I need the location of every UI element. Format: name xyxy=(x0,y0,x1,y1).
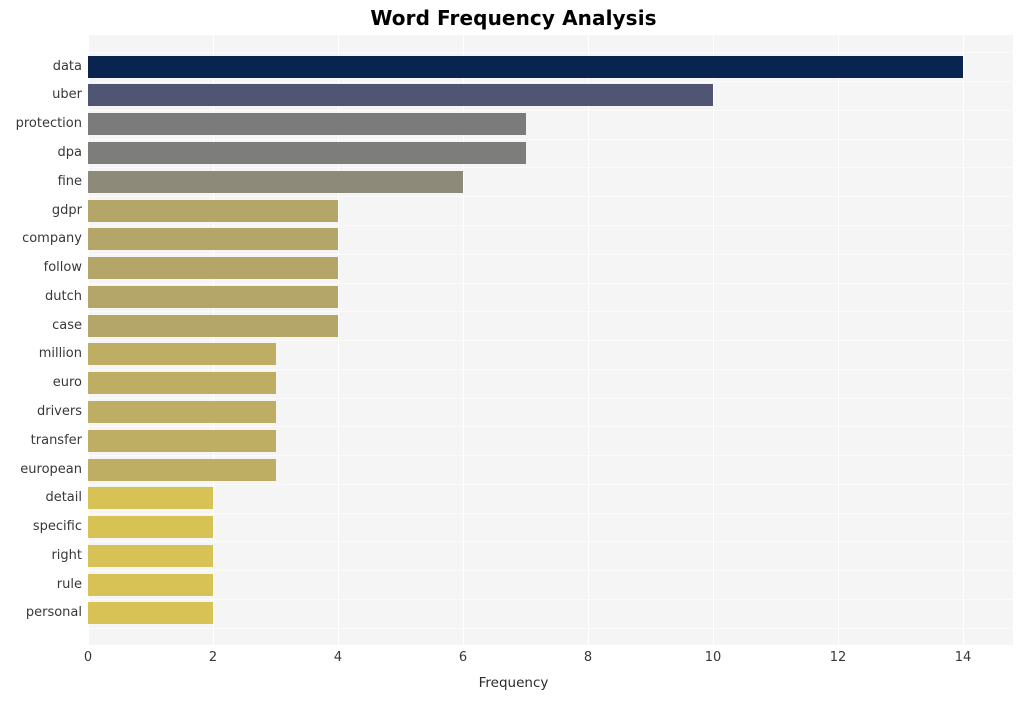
plot-area xyxy=(88,35,1013,645)
gridline-horizontal xyxy=(88,369,1013,370)
bar xyxy=(88,56,963,78)
bar xyxy=(88,401,276,423)
gridline-horizontal xyxy=(88,52,1013,53)
y-axis-tick-label: company xyxy=(22,231,82,246)
bar xyxy=(88,257,338,279)
gridline-horizontal xyxy=(88,254,1013,255)
y-axis-tick-label: transfer xyxy=(30,433,82,448)
y-axis-tick-label: follow xyxy=(43,260,82,275)
gridline-horizontal xyxy=(88,455,1013,456)
x-axis-tick-label: 12 xyxy=(829,650,847,665)
gridline-vertical xyxy=(963,35,964,645)
y-axis-tick-label: data xyxy=(52,59,82,74)
gridline-horizontal xyxy=(88,484,1013,485)
y-axis-tick-label: rule xyxy=(56,577,82,592)
gridline-horizontal xyxy=(88,81,1013,82)
gridline-vertical xyxy=(588,35,589,645)
gridline-vertical xyxy=(838,35,839,645)
gridline-horizontal xyxy=(88,340,1013,341)
bar xyxy=(88,113,526,135)
bar xyxy=(88,315,338,337)
y-axis-tick-label: dpa xyxy=(57,145,82,160)
gridline-horizontal xyxy=(88,110,1013,111)
y-axis-tick-label: dutch xyxy=(45,289,82,304)
x-axis-tick-label: 8 xyxy=(583,650,593,665)
x-axis-tick-labels: 0 2 4 6 8 10 12 14 xyxy=(0,650,1027,672)
y-axis-tick-label: drivers xyxy=(36,404,82,419)
gridline-horizontal xyxy=(88,139,1013,140)
x-axis-tick-label: 14 xyxy=(954,650,972,665)
bar xyxy=(88,343,276,365)
gridline-horizontal xyxy=(88,426,1013,427)
bar xyxy=(88,487,213,509)
gridline-horizontal xyxy=(88,513,1013,514)
chart-title: Word Frequency Analysis xyxy=(370,6,657,30)
y-axis-tick-label: fine xyxy=(57,174,82,189)
y-axis-tick-label: case xyxy=(52,318,82,333)
bar xyxy=(88,602,213,624)
bar xyxy=(88,142,526,164)
gridline-horizontal xyxy=(88,167,1013,168)
bar xyxy=(88,574,213,596)
y-axis-tick-label: uber xyxy=(52,87,82,102)
x-axis-tick-label: 6 xyxy=(458,650,468,665)
bar xyxy=(88,84,713,106)
y-axis-tick-label: personal xyxy=(25,605,82,620)
gridline-horizontal xyxy=(88,541,1013,542)
bar xyxy=(88,200,338,222)
gridline-horizontal xyxy=(88,599,1013,600)
bar xyxy=(88,545,213,567)
bar xyxy=(88,286,338,308)
y-axis-tick-label: detail xyxy=(45,490,82,505)
bar xyxy=(88,171,463,193)
gridline-horizontal xyxy=(88,628,1013,629)
y-axis-tick-label: gdpr xyxy=(51,203,82,218)
x-axis-tick-label: 4 xyxy=(333,650,343,665)
gridline-horizontal xyxy=(88,570,1013,571)
x-axis-tick-label: 10 xyxy=(704,650,722,665)
gridline-horizontal xyxy=(88,398,1013,399)
gridline-horizontal xyxy=(88,311,1013,312)
bar xyxy=(88,459,276,481)
gridline-vertical xyxy=(713,35,714,645)
bar xyxy=(88,372,276,394)
y-axis-tick-label: million xyxy=(38,346,82,361)
y-axis-tick-label: euro xyxy=(52,375,82,390)
bar xyxy=(88,228,338,250)
bar xyxy=(88,430,276,452)
y-axis-tick-label: protection xyxy=(15,116,82,131)
word-frequency-chart-figure: Word Frequency Analysis data uber protecti… xyxy=(0,0,1027,701)
gridline-horizontal xyxy=(88,283,1013,284)
y-axis-tick-label: european xyxy=(20,462,82,477)
x-axis-tick-label: 0 xyxy=(83,650,93,665)
gridline-horizontal xyxy=(88,196,1013,197)
gridline-horizontal xyxy=(88,225,1013,226)
x-axis-tick-label: 2 xyxy=(208,650,218,665)
y-axis-tick-labels: data uber protection dpa fine gdpr company foll… xyxy=(0,35,82,645)
x-axis-title: Frequency xyxy=(478,675,549,691)
y-axis-tick-label: right xyxy=(51,548,82,563)
y-axis-tick-label: specific xyxy=(32,519,82,534)
bar xyxy=(88,516,213,538)
